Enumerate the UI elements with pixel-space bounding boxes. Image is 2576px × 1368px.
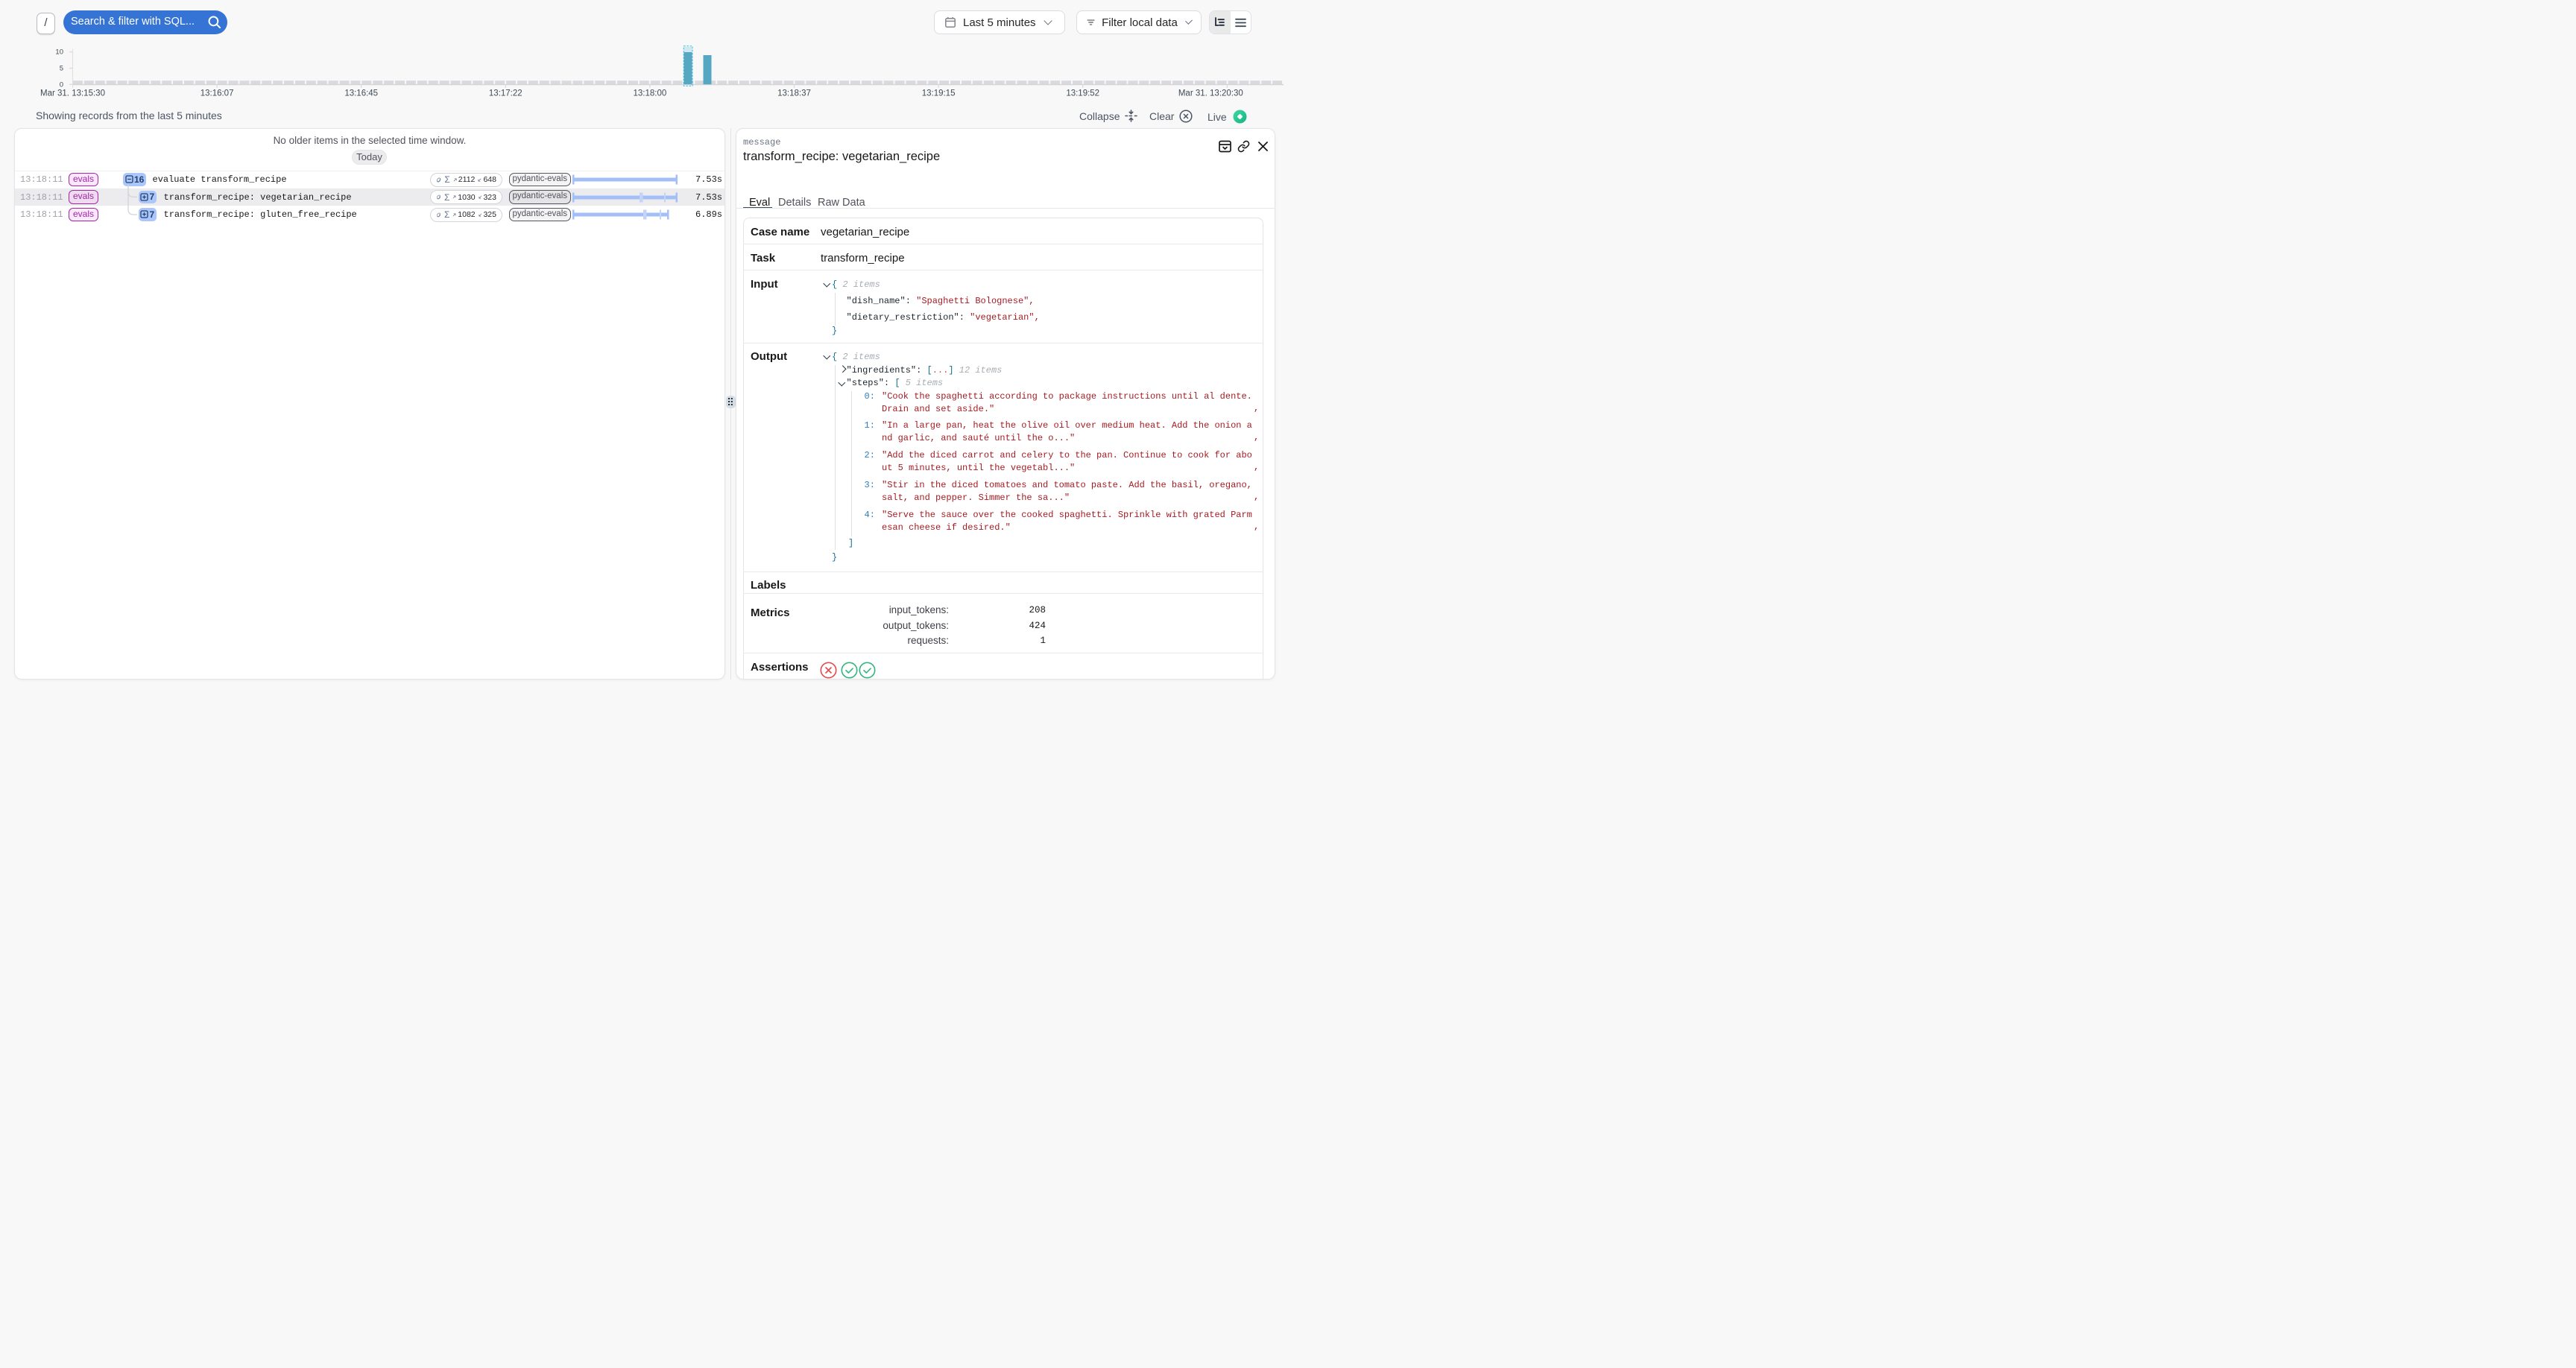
svg-text:10: 10 (55, 48, 63, 57)
svg-text:13:18:37: 13:18:37 (777, 89, 811, 98)
svg-text:13:19:15: 13:19:15 (922, 89, 956, 98)
svg-text:13:17:22: 13:17:22 (489, 89, 523, 98)
svg-text:13:18:00: 13:18:00 (634, 89, 667, 98)
svg-text:13:19:52: 13:19:52 (1066, 89, 1099, 98)
svg-text:5: 5 (60, 65, 63, 73)
svg-text:Mar 31. 13:15:30: Mar 31. 13:15:30 (40, 89, 105, 98)
svg-text:13:16:07: 13:16:07 (201, 89, 234, 98)
svg-text:0: 0 (60, 81, 63, 89)
svg-text:Mar 31. 13:20:30: Mar 31. 13:20:30 (1178, 89, 1243, 98)
svg-text:13:16:45: 13:16:45 (344, 89, 378, 98)
